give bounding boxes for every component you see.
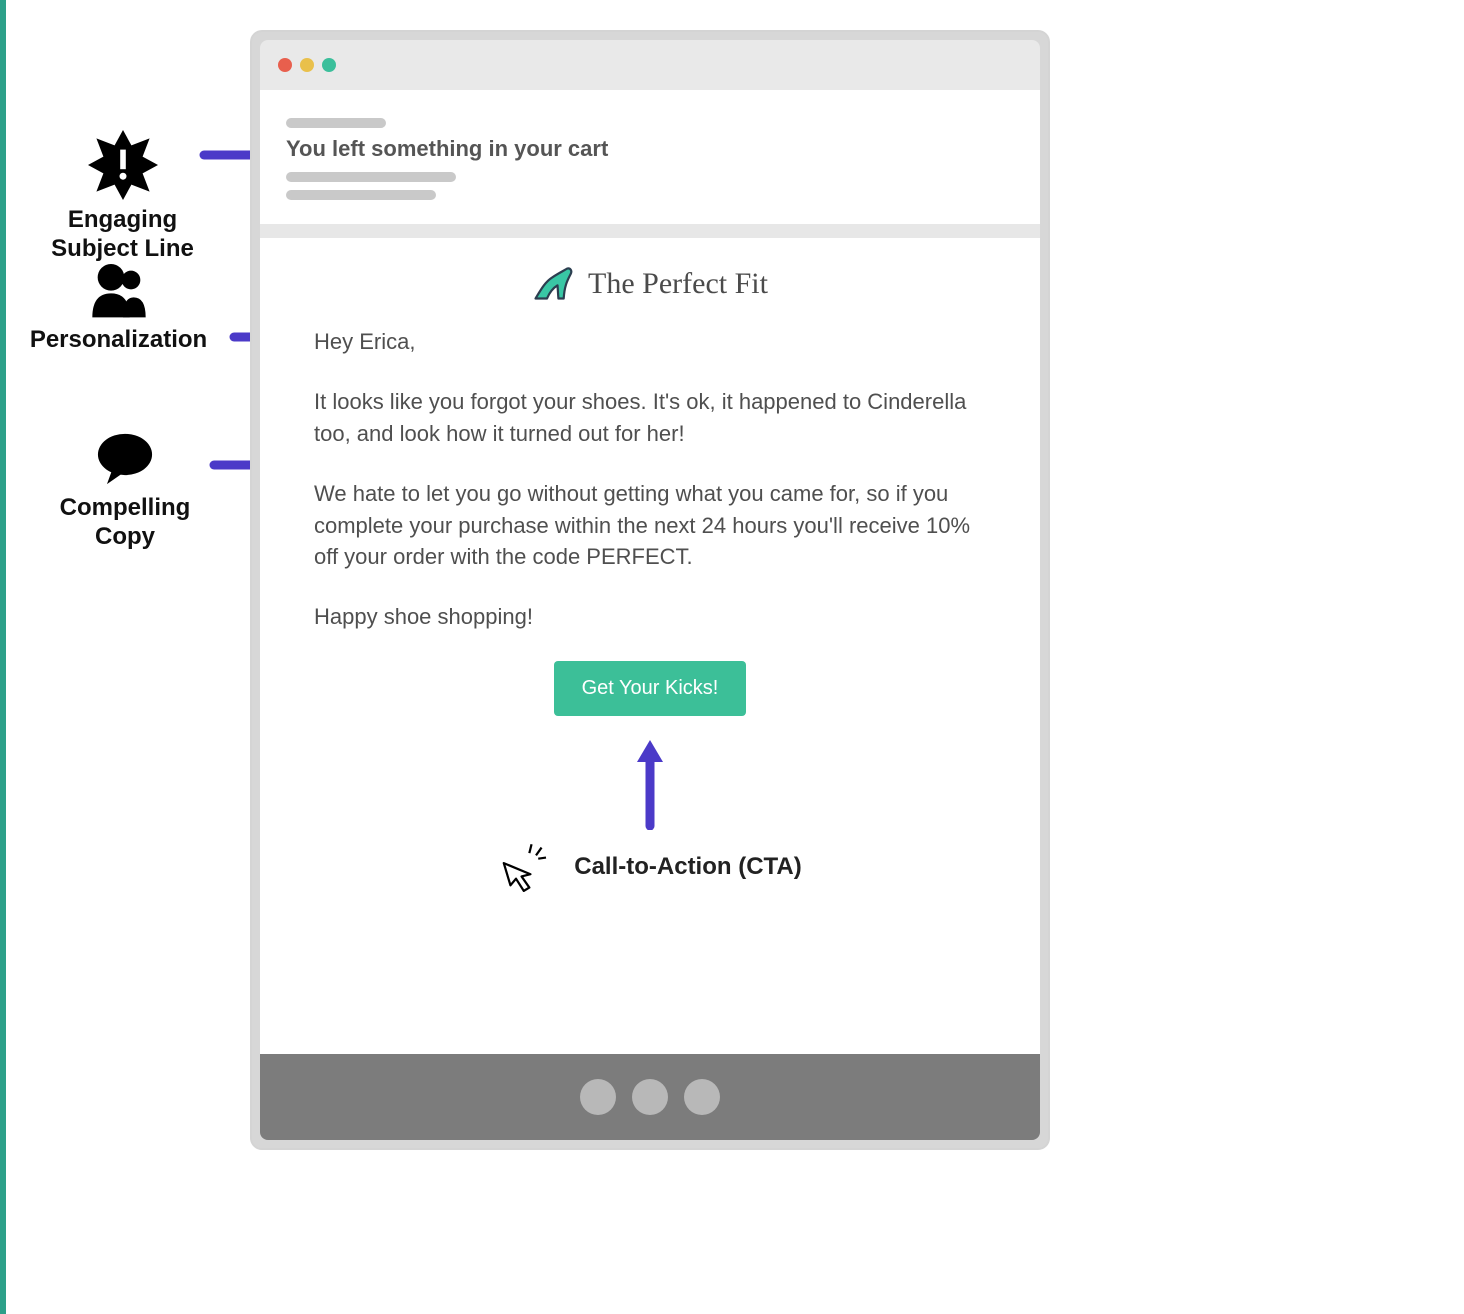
pagination-dot [580, 1079, 616, 1115]
email-paragraph: Happy shoe shopping! [314, 601, 986, 633]
header-placeholder-line [286, 172, 456, 182]
speech-bubble-icon [92, 430, 158, 488]
device-footer [260, 1054, 1040, 1140]
arrow-to-cta [635, 740, 665, 830]
traffic-light-close [278, 58, 292, 72]
email-greeting: Hey Erica, [314, 326, 986, 358]
email-paragraph: We hate to let you go without getting wh… [314, 478, 986, 574]
people-icon [84, 260, 154, 320]
email-header-region: You left something in your cart [260, 90, 1040, 224]
cta-button[interactable]: Get Your Kicks! [554, 661, 747, 716]
brand-row: The Perfect Fit [314, 264, 986, 304]
high-heel-shoe-icon [532, 264, 576, 304]
annotation-copy-label: Compelling Copy [30, 430, 220, 552]
click-cursor-icon [498, 842, 554, 892]
starburst-exclamation-icon [88, 130, 158, 200]
pagination-dot [684, 1079, 720, 1115]
traffic-light-minimize [300, 58, 314, 72]
brand-name: The Perfect Fit [588, 267, 768, 301]
email-body-region: The Perfect Fit Hey Erica, It looks like… [260, 238, 1040, 1054]
header-placeholder-line [286, 118, 386, 128]
email-subject-line: You left something in your cart [286, 136, 1014, 162]
annotation-personalization-label: Personalization [6, 260, 231, 355]
window-titlebar [260, 40, 1040, 90]
header-placeholder-line [286, 190, 436, 200]
annotation-subject-label: Engaging Subject Line [15, 130, 230, 264]
device-frame: You left something in your cart The Perf… [250, 30, 1050, 1150]
page-accent-bar [0, 0, 6, 1314]
traffic-light-zoom [322, 58, 336, 72]
email-divider [260, 224, 1040, 238]
annotation-cta-label: Call-to-Action (CTA) [574, 853, 802, 881]
email-paragraph: It looks like you forgot your shoes. It'… [314, 386, 986, 450]
pagination-dot [632, 1079, 668, 1115]
